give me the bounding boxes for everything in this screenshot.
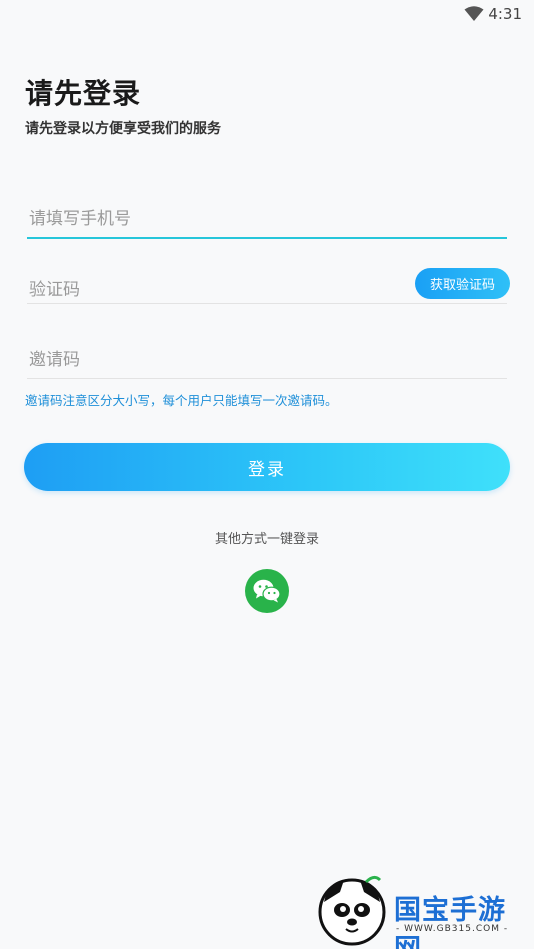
wechat-login-button[interactable]: [245, 569, 289, 613]
phone-input[interactable]: [27, 205, 507, 233]
status-bar: 4:31: [0, 0, 534, 30]
wechat-icon: [253, 579, 281, 603]
invite-input[interactable]: [27, 346, 507, 374]
page-subtitle: 请先登录以方便享受我们的服务: [25, 121, 221, 137]
phone-field: [27, 205, 507, 239]
invite-underline: [27, 378, 507, 379]
watermark: 国宝手游网 - WWW.GB315.COM -: [314, 872, 524, 949]
panda-logo-icon: [318, 875, 386, 946]
login-screen: 4:31 请先登录 请先登录以方便享受我们的服务 获取验证码 邀请码注意区分大小…: [0, 0, 534, 949]
invite-field: [27, 346, 507, 379]
watermark-url: - WWW.GB315.COM -: [396, 924, 509, 934]
code-input[interactable]: [27, 276, 407, 304]
wifi-icon: [464, 6, 484, 21]
login-button[interactable]: 登录: [24, 443, 510, 491]
code-underline: [27, 303, 507, 304]
status-time: 4:31: [488, 5, 522, 23]
page-title: 请先登录: [25, 77, 142, 110]
watermark-title: 国宝手游网: [394, 895, 506, 949]
get-code-button[interactable]: 获取验证码: [415, 268, 510, 299]
invite-hint: 邀请码注意区分大小写，每个用户只能填写一次邀请码。: [25, 393, 338, 408]
code-field: [27, 276, 407, 304]
other-login-label: 其他方式一键登录: [214, 532, 319, 547]
phone-underline: [27, 237, 507, 239]
